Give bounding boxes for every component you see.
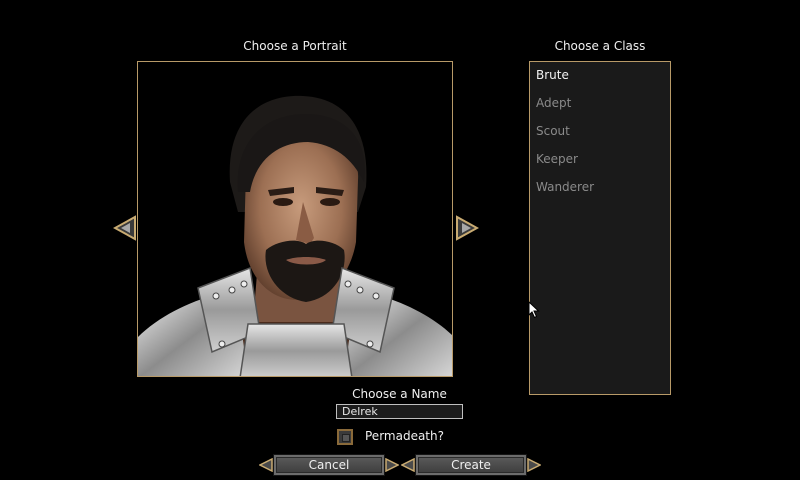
- permadeath-label: Permadeath?: [365, 429, 444, 443]
- class-item-adept[interactable]: Adept: [530, 94, 670, 122]
- name-heading: Choose a Name: [352, 387, 447, 401]
- create-button[interactable]: Create: [401, 454, 541, 476]
- button-cap-left-icon: [259, 458, 273, 472]
- class-item-keeper[interactable]: Keeper: [530, 150, 670, 178]
- left-arrow-icon: [112, 215, 136, 241]
- next-portrait-button[interactable]: [455, 215, 480, 241]
- right-arrow-icon: [456, 215, 480, 241]
- button-cap-left-icon: [401, 458, 415, 472]
- class-item-wanderer[interactable]: Wanderer: [530, 178, 670, 206]
- name-input[interactable]: [336, 404, 463, 419]
- button-cap-right-icon: [385, 458, 399, 472]
- class-item-scout[interactable]: Scout: [530, 122, 670, 150]
- permadeath-checkbox[interactable]: [337, 429, 353, 445]
- class-list: Brute Adept Scout Keeper Wanderer: [529, 61, 671, 395]
- character-portrait: [137, 61, 453, 377]
- mouse-pointer-icon: [528, 301, 540, 319]
- prev-portrait-button[interactable]: [112, 215, 137, 241]
- class-item-brute[interactable]: Brute: [530, 66, 670, 94]
- button-cap-right-icon: [527, 458, 541, 472]
- class-heading: Choose a Class: [554, 39, 646, 53]
- portrait-image: [138, 62, 452, 376]
- cancel-button-label: Cancel: [308, 458, 350, 472]
- cancel-button[interactable]: Cancel: [259, 454, 399, 476]
- create-button-label: Create: [451, 458, 491, 472]
- portrait-heading: Choose a Portrait: [243, 39, 347, 53]
